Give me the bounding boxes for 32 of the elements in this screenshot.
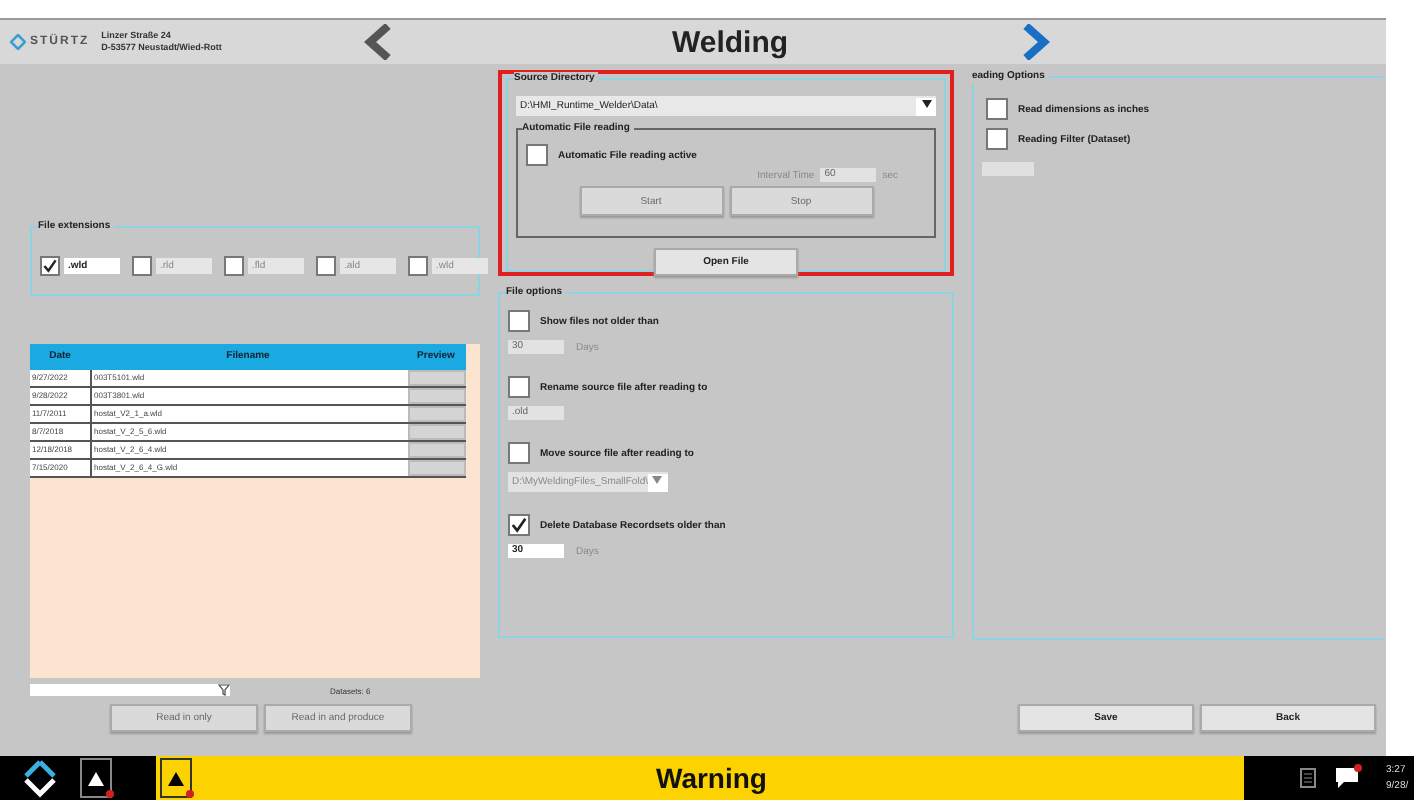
forward-chevron-icon[interactable]	[1022, 24, 1050, 60]
checkbox[interactable]	[224, 256, 244, 277]
checkbox[interactable]	[132, 256, 152, 277]
checkbox[interactable]	[526, 144, 548, 166]
taskbar-button[interactable]	[80, 758, 112, 798]
checkbox[interactable]	[508, 376, 530, 398]
notification-badge	[186, 790, 194, 798]
checkbox[interactable]	[508, 442, 530, 464]
status-message: Warning	[656, 762, 767, 794]
page-title: Welding	[669, 25, 791, 59]
dropdown-arrow-icon	[921, 99, 931, 107]
filter-field[interactable]	[30, 684, 230, 696]
checkbox[interactable]	[508, 310, 530, 332]
notification-badge	[106, 790, 114, 798]
filter-value-field[interactable]	[982, 162, 1034, 176]
checkbox[interactable]	[986, 128, 1008, 150]
dropdown-arrow-icon	[652, 475, 663, 483]
checkbox[interactable]	[40, 256, 60, 277]
notification-badge	[1354, 764, 1362, 772]
back-chevron-icon[interactable]	[364, 24, 392, 60]
chat-icon[interactable]	[1336, 768, 1358, 788]
warning-triangle-icon	[88, 771, 104, 785]
filter-icon	[218, 684, 230, 696]
diamond-logo-icon	[10, 34, 26, 50]
taskbar-button[interactable]	[160, 758, 192, 798]
checkbox[interactable]	[508, 514, 530, 536]
checkbox[interactable]	[408, 256, 428, 277]
warning-triangle-icon	[168, 771, 184, 785]
checkbox[interactable]	[316, 256, 336, 277]
diamond-logo-icon[interactable]	[20, 758, 60, 798]
checkbox[interactable]	[986, 98, 1008, 120]
document-icon[interactable]	[1300, 768, 1316, 788]
